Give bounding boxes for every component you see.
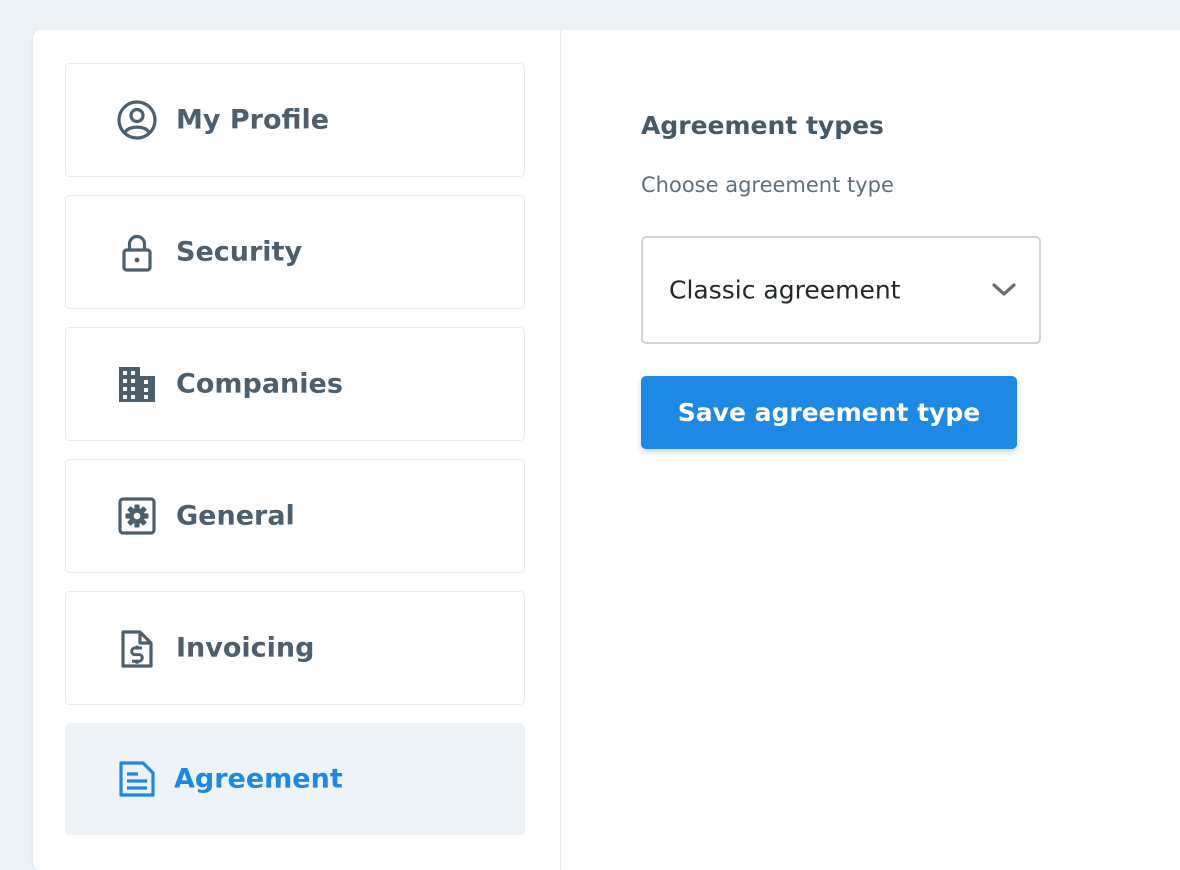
sidebar-item-label: My Profile — [176, 104, 330, 136]
gear-square-icon — [116, 495, 158, 537]
sidebar-item-agreement[interactable]: Agreement — [65, 723, 525, 835]
sidebar-item-label: Invoicing — [176, 632, 315, 664]
save-agreement-type-button[interactable]: Save agreement type — [641, 376, 1017, 449]
building-icon — [116, 363, 158, 405]
section-subtitle: Choose agreement type — [641, 173, 894, 197]
user-circle-icon — [116, 99, 158, 141]
agreement-type-select[interactable]: Classic agreement — [641, 236, 1041, 344]
sidebar-item-invoicing[interactable]: Invoicing — [65, 591, 525, 705]
lock-icon — [116, 231, 158, 273]
chevron-down-icon — [991, 281, 1017, 299]
sidebar-item-label: Security — [176, 236, 303, 268]
section-title: Agreement types — [641, 111, 884, 140]
invoice-dollar-icon — [116, 627, 158, 669]
document-icon — [116, 758, 158, 800]
sidebar-item-label: Companies — [176, 368, 343, 400]
settings-sidebar: My Profile Security Companies General In… — [33, 30, 561, 870]
sidebar-item-security[interactable]: Security — [65, 195, 525, 309]
agreement-settings-content: Agreement types Choose agreement type Cl… — [641, 30, 1141, 870]
sidebar-item-label: Agreement — [174, 763, 343, 795]
sidebar-item-companies[interactable]: Companies — [65, 327, 525, 441]
settings-panel: My Profile Security Companies General In… — [33, 30, 1180, 870]
sidebar-item-my-profile[interactable]: My Profile — [65, 63, 525, 177]
sidebar-item-general[interactable]: General — [65, 459, 525, 573]
agreement-type-selected-value: Classic agreement — [669, 275, 901, 305]
sidebar-item-label: General — [176, 500, 295, 532]
